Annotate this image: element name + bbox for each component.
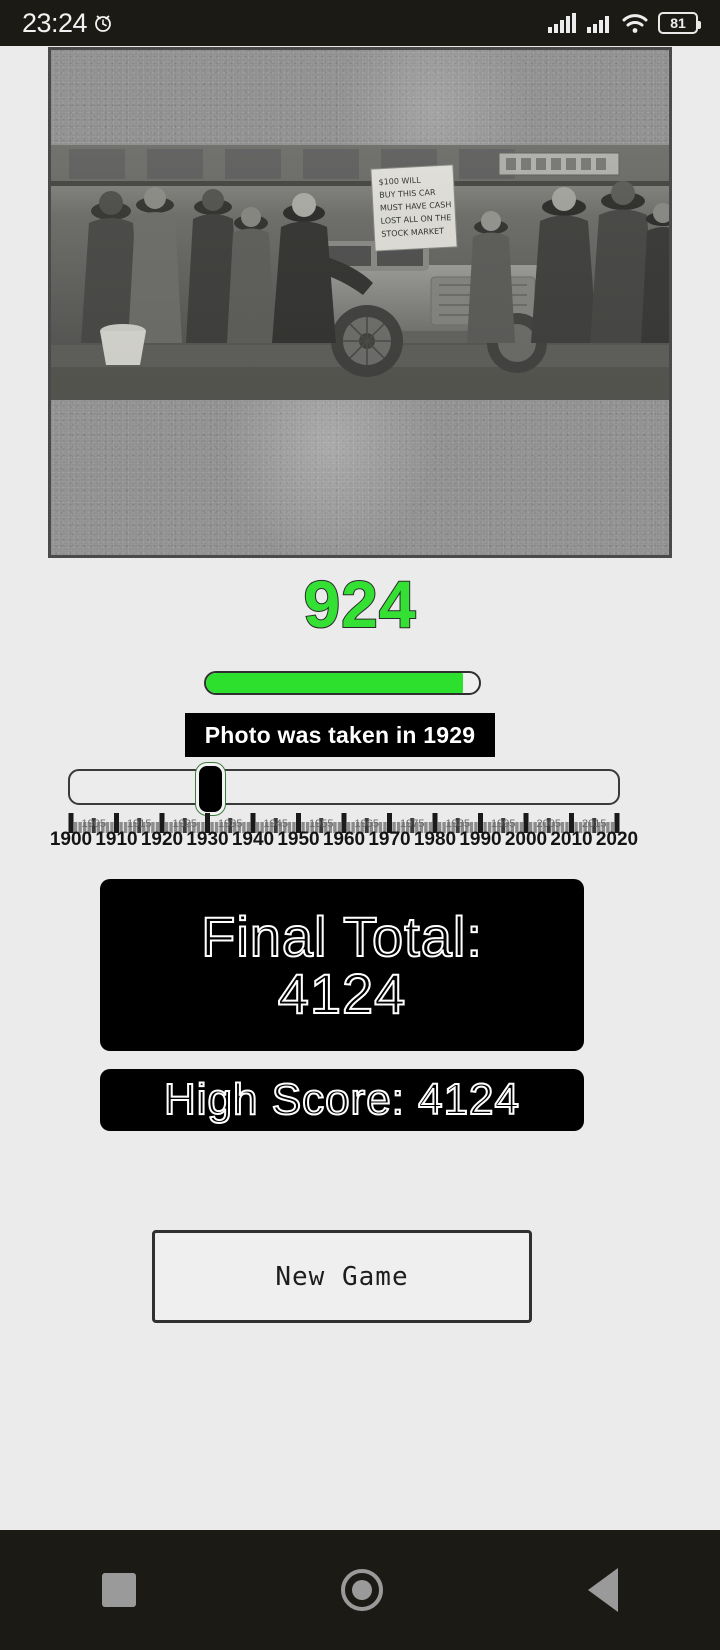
year-slider-track[interactable] <box>68 769 620 805</box>
final-total-box: Final Total: 4124 <box>100 879 584 1051</box>
historic-photo: $100 WILL BUY THIS CAR MUST HAVE CASH LO… <box>51 145 669 400</box>
ruler-tick-1940: 1940 <box>231 829 275 850</box>
ruler-tick-1950: 1950 <box>277 829 320 850</box>
clock-label: 23:24 <box>22 7 88 38</box>
circle-home-icon[interactable] <box>340 1569 383 1611</box>
ruler-tick-2000: 2000 <box>504 829 548 850</box>
score-progress-fill <box>206 673 463 693</box>
round-score: 924 <box>302 567 417 641</box>
square-recents-icon[interactable] <box>102 1573 137 1607</box>
battery-level-label: 81 <box>670 15 686 31</box>
android-nav-bar <box>0 1530 720 1650</box>
ruler-tick-1960: 1960 <box>322 829 366 850</box>
ruler-tick-1990: 1990 <box>459 829 502 850</box>
ruler-major-labels: 1900 1910 1920 1930 1940 1950 1960 1970 1980 1990… <box>0 830 720 850</box>
ruler-tick-1900: 1900 <box>49 829 93 850</box>
wifi-icon <box>621 12 649 34</box>
high-score-box: High Score: 4124 <box>100 1069 584 1131</box>
ruler-tick-1930: 1930 <box>186 829 229 850</box>
answer-banner: Photo was taken in 1929 <box>185 713 495 757</box>
new-game-button[interactable]: New Game <box>152 1230 532 1323</box>
high-score-label: High Score: 4124 <box>163 1074 520 1124</box>
ruler-tick-1970: 1970 <box>368 829 411 850</box>
ruler-tick-2020: 2020 <box>595 829 639 850</box>
ruler-tick-1980: 1980 <box>413 829 457 850</box>
score-progress-bar <box>204 671 481 695</box>
ruler-tick-2010: 2010 <box>550 829 593 850</box>
final-total-value: 4124 <box>277 962 407 1025</box>
ruler-tick-1920: 1920 <box>140 829 184 850</box>
triangle-back-icon[interactable] <box>587 1568 618 1612</box>
alarm-clock-icon <box>92 12 114 34</box>
status-bar-right: 81 <box>547 12 701 34</box>
status-bar-left: 23:24 <box>22 8 114 39</box>
battery-icon: 81 <box>658 12 701 34</box>
photo-frame: $100 WILL BUY THIS CAR MUST HAVE CASH LO… <box>48 47 672 558</box>
cellular-signal-icon <box>547 12 577 34</box>
cellular-signal-icon-2 <box>586 12 612 34</box>
final-total-label: Final Total: <box>200 904 483 968</box>
year-slider-thumb[interactable] <box>196 763 226 815</box>
app-screen: 23:24 81 924 Photo was taken in 1929 190… <box>0 0 720 1650</box>
status-bar: 23:24 81 <box>0 0 720 46</box>
ruler-tick-1910: 1910 <box>95 829 138 850</box>
